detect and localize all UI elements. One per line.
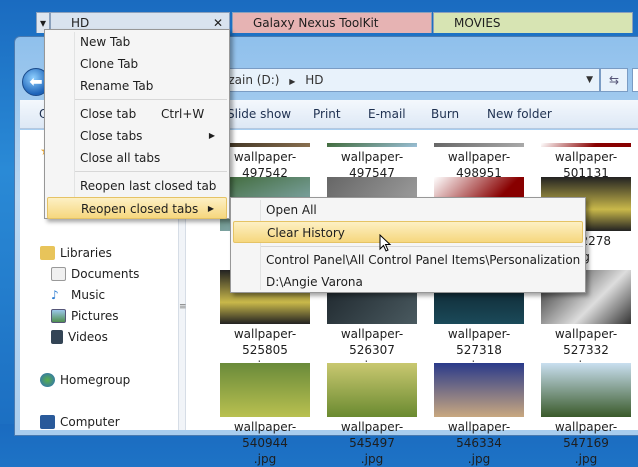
tab-movies[interactable]: MOVIES (433, 12, 633, 33)
homegroup-icon (40, 373, 55, 387)
refresh-button[interactable]: ⇆ (600, 68, 628, 92)
slide-show-button[interactable]: Slide show (227, 107, 291, 121)
nav-computer[interactable]: Computer (40, 415, 120, 429)
file-name: wallpaper-527332 (536, 326, 636, 358)
email-button[interactable]: E-mail (368, 107, 406, 121)
breadcrumb-hd[interactable]: HD (305, 73, 323, 87)
address-bar[interactable]: ezain (D:) ▶ HD ▼ (200, 68, 600, 92)
nav-videos[interactable]: Videos (51, 330, 108, 344)
reopen-closed-tabs-submenu: Open All Clear History Control Panel\All… (230, 197, 586, 293)
file-name: wallpaper-527318 (429, 326, 529, 358)
back-arrow-icon: ⬅ (29, 72, 42, 91)
print-button[interactable]: Print (313, 107, 341, 121)
nav-label: Libraries (60, 246, 112, 260)
nav-label: Music (71, 288, 105, 302)
nav-label: Videos (68, 330, 108, 344)
nav-music[interactable]: ♪ Music (51, 288, 105, 302)
menu-close-tab[interactable]: Close tab Ctrl+W (47, 103, 227, 125)
music-icon: ♪ (51, 288, 66, 302)
file-extension: .jpg (429, 451, 529, 467)
nav-label: Documents (71, 267, 139, 281)
shortcut: Ctrl+W (161, 103, 204, 125)
videos-icon (51, 330, 63, 344)
tab-label: Galaxy Nexus ToolKit (253, 16, 379, 30)
file-name: wallpaper-526307 (322, 326, 422, 358)
nav-pictures[interactable]: Pictures (51, 309, 119, 323)
submenu-clear-history[interactable]: Clear History (233, 221, 583, 243)
nav-libraries[interactable]: Libraries (40, 246, 112, 260)
chevron-down-icon: ▾ (40, 16, 46, 30)
submenu-recent-personalization[interactable]: Control Panel\All Control Panel Items\Pe… (233, 249, 583, 271)
tab-label: MOVIES (454, 16, 501, 30)
file-item[interactable]: wallpaper-547169.jpg (536, 363, 636, 467)
documents-icon (51, 267, 66, 281)
thumbnail (327, 363, 417, 417)
thumbnail (220, 363, 310, 417)
thumbnail (434, 363, 524, 417)
nav-label: Pictures (71, 309, 119, 323)
mouse-cursor-icon (379, 234, 393, 254)
tab-context-menu: New Tab Clone Tab Rename Tab Close tab Ct… (44, 29, 230, 219)
file-extension: .jpg (322, 451, 422, 467)
file-name: wallpaper-525805 (215, 326, 315, 358)
refresh-icon: ⇆ (609, 73, 619, 87)
menu-separator (261, 246, 583, 247)
menu-separator (75, 99, 227, 100)
pictures-icon (51, 309, 66, 323)
computer-icon (40, 415, 55, 429)
libraries-icon (40, 246, 55, 260)
nav-documents[interactable]: Documents (51, 267, 139, 281)
file-extension: .jpg (536, 451, 636, 467)
file-extension: .jpg (215, 451, 315, 467)
nav-label: Computer (60, 415, 120, 429)
submenu-open-all[interactable]: Open All (233, 199, 583, 221)
menu-separator (75, 171, 227, 172)
nav-label: Homegroup (60, 373, 130, 387)
menu-reopen-last-closed-tab[interactable]: Reopen last closed tab (47, 175, 227, 197)
submenu-recent-angie-varona[interactable]: D:\Angie Varona (233, 271, 583, 293)
menu-close-tabs[interactable]: Close tabs ▶ (47, 125, 227, 147)
new-folder-button[interactable]: New folder (487, 107, 552, 121)
menu-close-all-tabs[interactable]: Close all tabs (47, 147, 227, 169)
file-item[interactable]: wallpaper-546334.jpg (429, 363, 529, 467)
menu-label: Close tabs (80, 129, 142, 143)
thumbnail (327, 143, 417, 147)
file-item[interactable]: wallpaper-540944.jpg (215, 363, 315, 467)
menu-clone-tab[interactable]: Clone Tab (47, 53, 227, 75)
burn-button[interactable]: Burn (431, 107, 459, 121)
thumbnail (220, 143, 310, 147)
address-dropdown-icon[interactable]: ▼ (586, 69, 593, 91)
menu-rename-tab[interactable]: Rename Tab (47, 75, 227, 97)
menu-new-tab[interactable]: New Tab (47, 31, 227, 53)
submenu-arrow-icon: ▶ (208, 198, 214, 220)
thumbnail (541, 143, 631, 147)
tab-galaxy-nexus-toolkit[interactable]: Galaxy Nexus ToolKit (232, 12, 432, 33)
search-input[interactable] (632, 68, 638, 92)
menu-reopen-closed-tabs[interactable]: Reopen closed tabs ▶ (47, 197, 227, 219)
file-item[interactable]: wallpaper-545497.jpg (322, 363, 422, 467)
thumbnail (434, 143, 524, 147)
menu-label: Reopen closed tabs (81, 202, 198, 216)
menu-label: Close tab (80, 107, 136, 121)
chevron-right-icon: ▶ (289, 77, 295, 86)
nav-homegroup[interactable]: Homegroup (40, 373, 130, 387)
thumbnail (541, 363, 631, 417)
tab-label: HD (71, 16, 89, 30)
submenu-arrow-icon: ▶ (209, 125, 215, 147)
